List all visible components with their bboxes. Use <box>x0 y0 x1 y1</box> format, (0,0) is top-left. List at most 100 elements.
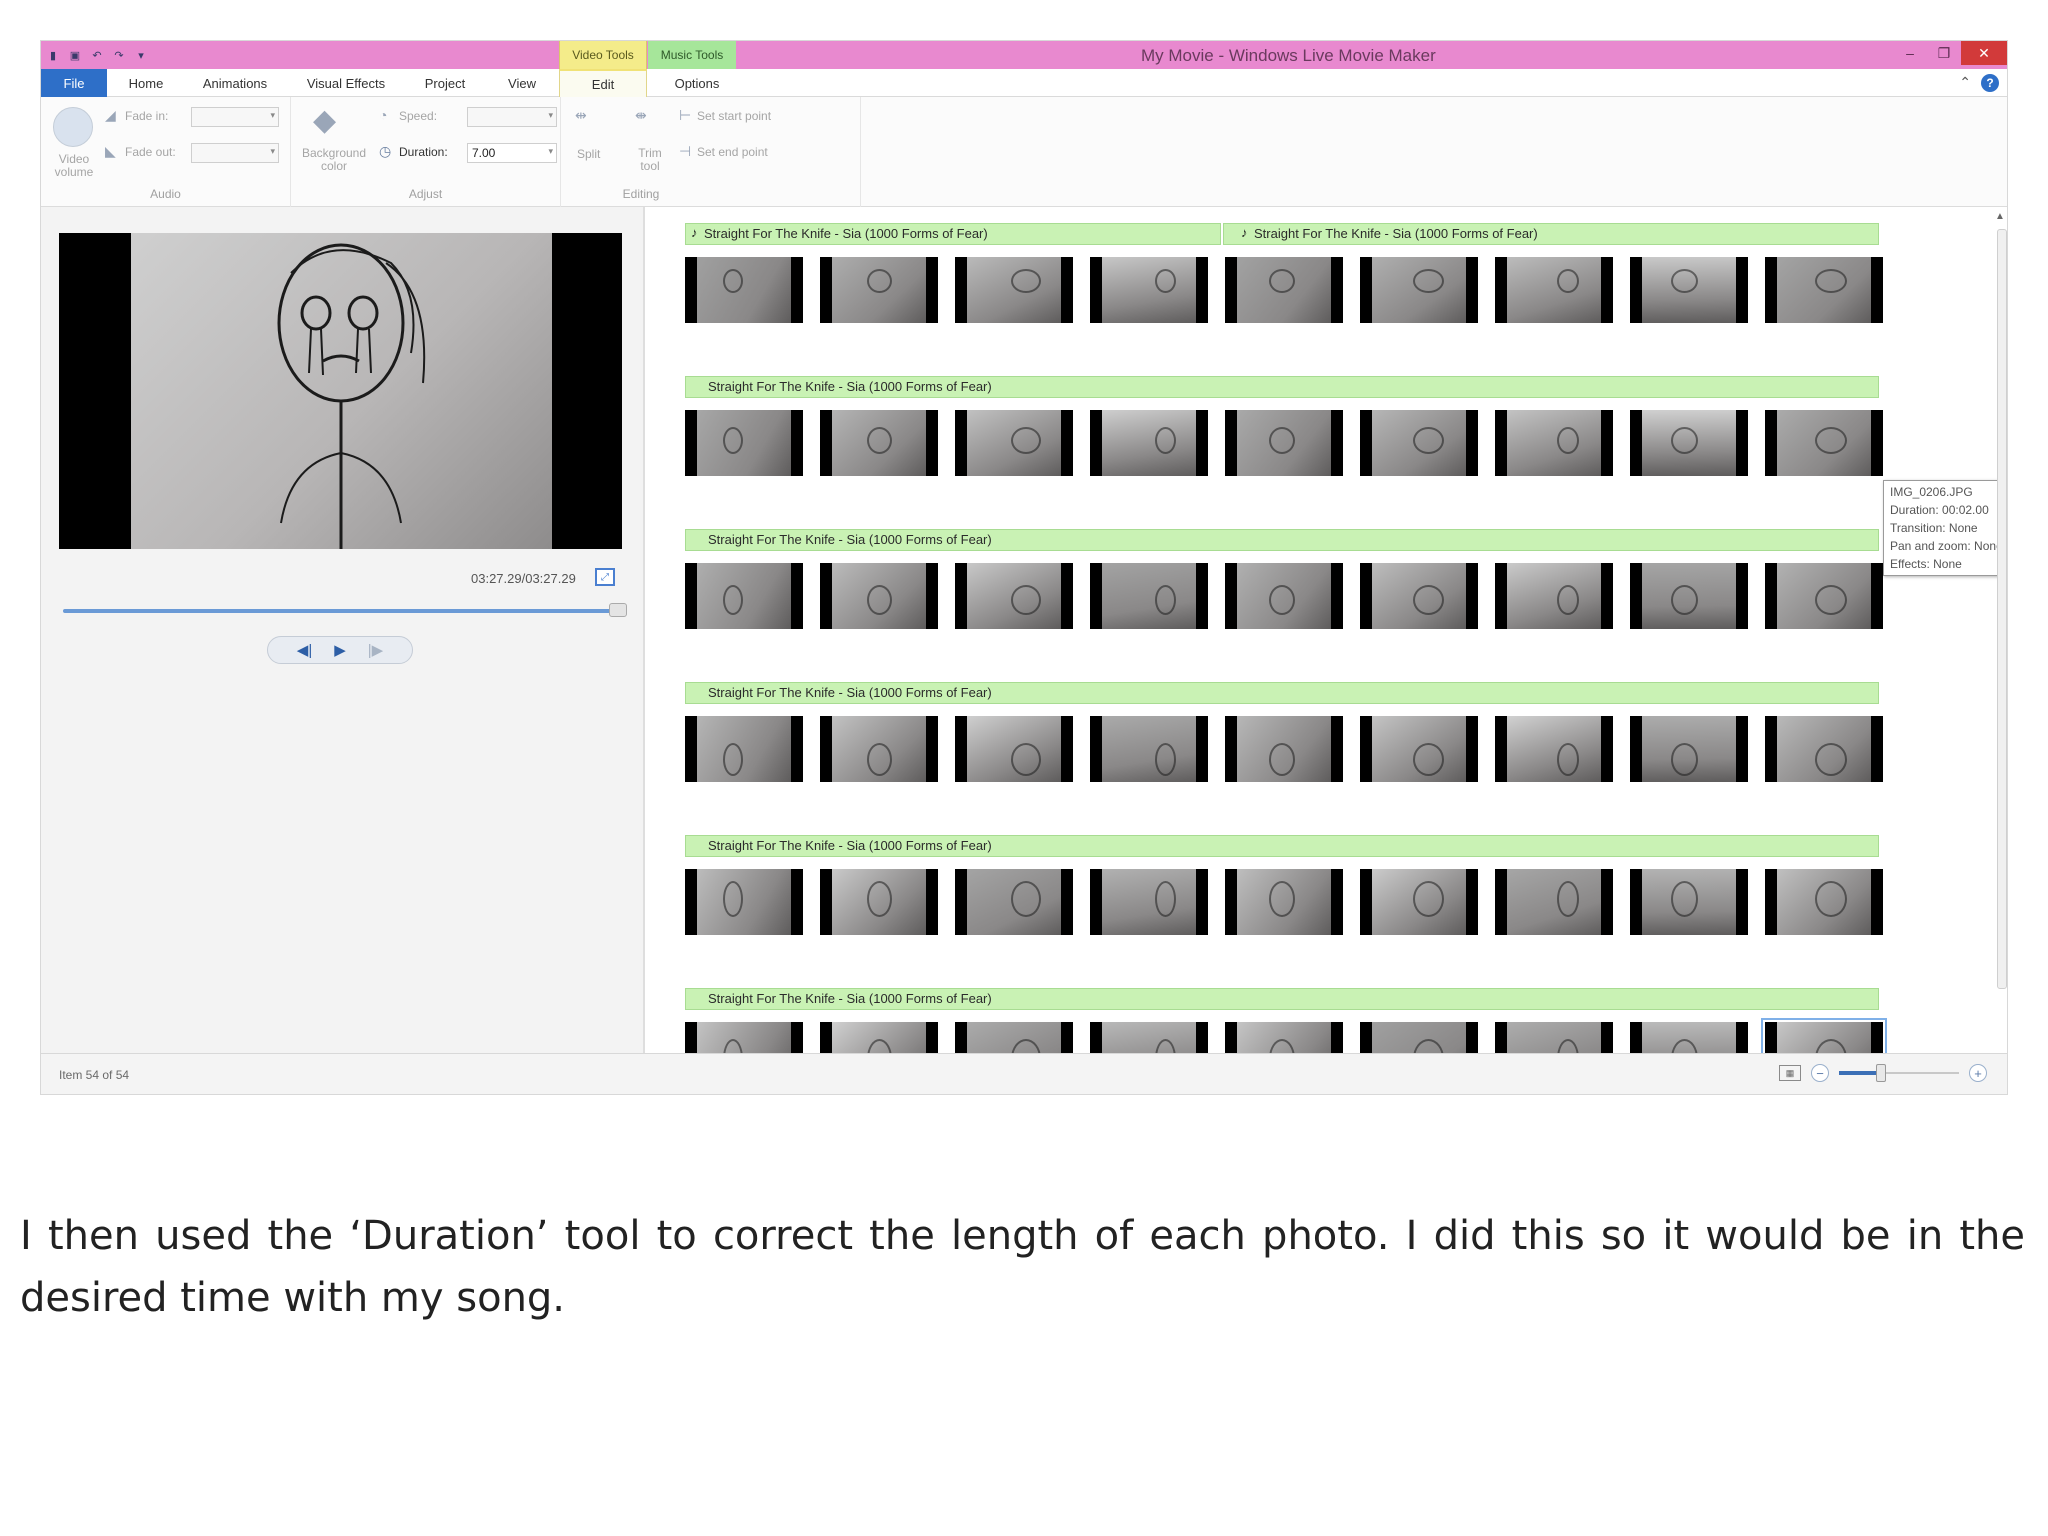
photo-clip-thumbnail[interactable] <box>1765 257 1883 323</box>
photo-clip-thumbnail[interactable] <box>1090 869 1208 935</box>
photo-clip-thumbnail[interactable] <box>1765 716 1883 782</box>
preview-monitor[interactable] <box>59 233 622 549</box>
photo-clip-thumbnail[interactable] <box>1360 869 1478 935</box>
background-color-label[interactable]: Background color <box>297 147 371 173</box>
photo-clip-thumbnail[interactable] <box>1360 257 1478 323</box>
minimize-ribbon-icon[interactable]: ⌃ <box>1959 74 1971 92</box>
photo-clip-thumbnail[interactable] <box>1495 716 1613 782</box>
close-button[interactable]: ✕ <box>1961 41 2007 65</box>
set-end-point-button[interactable]: Set end point <box>697 145 768 159</box>
tab-visual-effects[interactable]: Visual Effects <box>291 69 401 97</box>
photo-clip-thumbnail[interactable] <box>820 563 938 629</box>
tab-edit[interactable]: Edit <box>559 69 647 97</box>
photo-clip-thumbnail[interactable] <box>1225 410 1343 476</box>
trim-tool-icon[interactable]: ⇼ <box>635 107 647 124</box>
music-track-bar[interactable]: Straight For The Knife - Sia (1000 Forms… <box>685 835 1879 857</box>
seek-bar[interactable] <box>63 609 619 613</box>
photo-clip-thumbnail[interactable] <box>685 563 803 629</box>
fullscreen-preview-button[interactable]: ⤢ <box>595 568 615 586</box>
music-track-bar[interactable]: Straight For The Knife - Sia (1000 Forms… <box>685 529 1879 551</box>
tab-project[interactable]: Project <box>407 69 483 97</box>
restore-button[interactable]: ❐ <box>1927 41 1961 65</box>
set-start-point-button[interactable]: Set start point <box>697 109 771 123</box>
photo-clip-thumbnail[interactable] <box>1765 869 1883 935</box>
photo-clip-thumbnail[interactable] <box>1630 716 1748 782</box>
photo-clip-thumbnail[interactable] <box>685 410 803 476</box>
photo-clip-thumbnail[interactable] <box>820 257 938 323</box>
photo-clip-thumbnail[interactable] <box>820 410 938 476</box>
photo-clip-thumbnail[interactable] <box>1765 410 1883 476</box>
music-track-bar[interactable]: Straight For The Knife - Sia (1000 Forms… <box>1223 223 1879 245</box>
photo-clip-image <box>697 563 791 629</box>
video-volume-icon[interactable] <box>53 107 93 147</box>
tab-view[interactable]: View <box>489 69 555 97</box>
photo-clip-thumbnail[interactable] <box>1090 410 1208 476</box>
photo-clip-thumbnail[interactable] <box>820 716 938 782</box>
photo-clip-thumbnail[interactable] <box>1630 563 1748 629</box>
photo-clip-thumbnail[interactable] <box>955 410 1073 476</box>
photo-clip-thumbnail[interactable] <box>955 563 1073 629</box>
minimize-button[interactable]: – <box>1893 41 1927 65</box>
tab-animations[interactable]: Animations <box>187 69 283 97</box>
split-label[interactable]: Split <box>577 147 600 161</box>
photo-clip-thumbnail[interactable] <box>1225 563 1343 629</box>
speed-select[interactable]: ▾ <box>467 107 557 127</box>
photo-clip-thumbnail[interactable] <box>1495 410 1613 476</box>
photo-clip-thumbnail[interactable] <box>685 716 803 782</box>
photo-clip-thumbnail[interactable] <box>1630 257 1748 323</box>
photo-clip-thumbnail[interactable] <box>1225 869 1343 935</box>
photo-clip-thumbnail[interactable] <box>685 257 803 323</box>
tab-home[interactable]: Home <box>113 69 179 97</box>
photo-clip-thumbnail[interactable] <box>955 716 1073 782</box>
save-icon[interactable]: ▣ <box>67 47 83 63</box>
photo-clip-thumbnail[interactable] <box>1090 563 1208 629</box>
zoom-in-icon[interactable]: + <box>1969 1064 1987 1082</box>
music-track-bar[interactable]: Straight For The Knife - Sia (1000 Forms… <box>685 988 1879 1010</box>
fade-in-select[interactable]: ▾ <box>191 107 279 127</box>
customize-qat-icon[interactable]: ▾ <box>133 47 149 63</box>
photo-clip-thumbnail[interactable] <box>1225 257 1343 323</box>
photo-clip-thumbnail[interactable] <box>1630 869 1748 935</box>
help-icon[interactable]: ? <box>1981 74 1999 92</box>
tab-options[interactable]: Options <box>653 69 741 97</box>
trim-tool-label[interactable]: Trim tool <box>633 147 667 173</box>
photo-clip-thumbnail[interactable] <box>820 869 938 935</box>
photo-clip-thumbnail[interactable] <box>1090 257 1208 323</box>
photo-clip-thumbnail[interactable] <box>1090 716 1208 782</box>
photo-clip-thumbnail[interactable] <box>1360 563 1478 629</box>
photo-clip-thumbnail[interactable] <box>1360 410 1478 476</box>
app-icon[interactable]: ▮ <box>45 47 61 63</box>
fade-out-select[interactable]: ▾ <box>191 143 279 163</box>
storyboard[interactable]: Straight For The Knife - Sia (1000 Forms… <box>645 207 2007 1093</box>
photo-clip-thumbnail[interactable] <box>1765 563 1883 629</box>
previous-frame-icon[interactable]: ◀| <box>297 641 312 659</box>
redo-icon[interactable]: ↷ <box>111 47 127 63</box>
scroll-thumb[interactable] <box>1997 229 2007 989</box>
photo-clip-thumbnail[interactable] <box>1225 716 1343 782</box>
photo-clip-thumbnail[interactable] <box>955 257 1073 323</box>
photo-clip-thumbnail[interactable] <box>1495 257 1613 323</box>
next-frame-icon[interactable]: |▶ <box>368 641 383 659</box>
split-icon[interactable]: ⇹ <box>575 107 587 124</box>
music-track-bar[interactable]: Straight For The Knife - Sia (1000 Forms… <box>685 376 1879 398</box>
photo-clip-thumbnail[interactable] <box>1495 563 1613 629</box>
photo-clip-thumbnail[interactable] <box>1495 869 1613 935</box>
duration-input[interactable]: 7.00 ▾ <box>467 143 557 163</box>
thumbnail-size-icon[interactable]: ▦ <box>1779 1065 1801 1081</box>
music-track-bar[interactable]: Straight For The Knife - Sia (1000 Forms… <box>685 223 1221 245</box>
photo-clip-thumbnail[interactable] <box>1630 410 1748 476</box>
storyboard-scrollbar[interactable]: ▲ ▼ <box>1993 211 2007 1091</box>
scroll-up-icon[interactable]: ▲ <box>1995 211 2005 222</box>
play-icon[interactable]: ▶ <box>334 641 346 659</box>
music-track-bar[interactable]: Straight For The Knife - Sia (1000 Forms… <box>685 682 1879 704</box>
zoom-out-icon[interactable]: − <box>1811 1064 1829 1082</box>
undo-icon[interactable]: ↶ <box>89 47 105 63</box>
background-color-icon[interactable]: ◆ <box>313 103 336 138</box>
seek-thumb[interactable] <box>609 603 627 617</box>
zoom-slider[interactable] <box>1839 1064 1959 1082</box>
tab-file[interactable]: File <box>41 69 107 97</box>
photo-clip-thumbnail[interactable] <box>1360 716 1478 782</box>
photo-clip-thumbnail[interactable] <box>955 869 1073 935</box>
zoom-slider-knob[interactable] <box>1876 1064 1886 1082</box>
photo-clip-thumbnail[interactable] <box>685 869 803 935</box>
